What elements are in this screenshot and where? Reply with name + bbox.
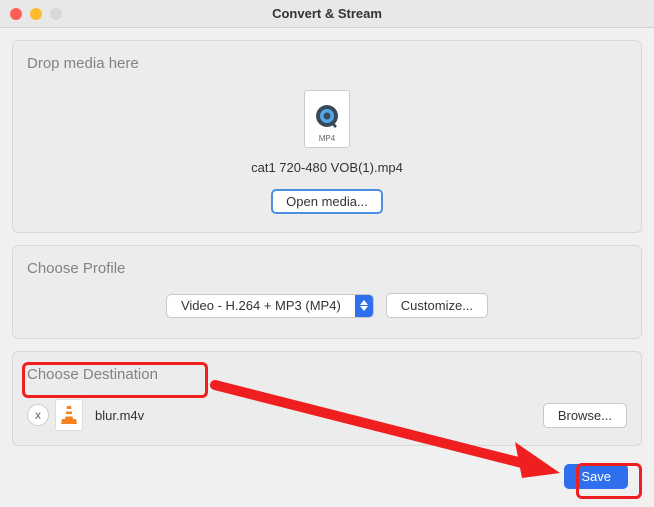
close-window-button[interactable] bbox=[10, 8, 22, 20]
drop-area[interactable]: MP4 cat1 720-480 VOB(1).mp4 Open media..… bbox=[27, 82, 627, 218]
profile-row: Video - H.264 + MP3 (MP4) Customize... bbox=[27, 287, 627, 324]
profile-select[interactable]: Video - H.264 + MP3 (MP4) bbox=[166, 294, 374, 318]
choose-destination-title: Choose Destination bbox=[27, 366, 627, 383]
vlc-file-icon bbox=[55, 399, 83, 431]
save-button[interactable]: Save bbox=[564, 464, 628, 489]
remove-destination-button[interactable]: x bbox=[27, 404, 49, 426]
destination-filename: blur.m4v bbox=[89, 408, 537, 423]
traffic-lights bbox=[0, 8, 62, 20]
drop-media-panel: Drop media here MP4 cat1 720-480 VOB(1).… bbox=[12, 40, 642, 233]
choose-profile-title: Choose Profile bbox=[27, 260, 627, 277]
footer-row: Save bbox=[12, 458, 642, 489]
titlebar: Convert & Stream bbox=[0, 0, 654, 28]
minimize-window-button[interactable] bbox=[30, 8, 42, 20]
media-file-icon: MP4 bbox=[304, 90, 350, 148]
choose-profile-panel: Choose Profile Video - H.264 + MP3 (MP4)… bbox=[12, 245, 642, 339]
content-area: Drop media here MP4 cat1 720-480 VOB(1).… bbox=[0, 28, 654, 501]
destination-row: x blur.m4v Browse... bbox=[27, 393, 627, 431]
customize-button[interactable]: Customize... bbox=[386, 293, 488, 318]
media-filename: cat1 720-480 VOB(1).mp4 bbox=[251, 160, 403, 175]
drop-media-title: Drop media here bbox=[27, 55, 627, 72]
open-media-button[interactable]: Open media... bbox=[271, 189, 383, 214]
file-extension-label: MP4 bbox=[319, 134, 335, 143]
select-arrows-icon bbox=[355, 295, 373, 317]
profile-select-label: Video - H.264 + MP3 (MP4) bbox=[167, 295, 355, 317]
choose-destination-panel: Choose Destination x blur.m4v Browse... bbox=[12, 351, 642, 446]
quicktime-icon bbox=[314, 103, 340, 129]
browse-button[interactable]: Browse... bbox=[543, 403, 627, 428]
vlc-cone-icon bbox=[61, 405, 77, 425]
maximize-window-button[interactable] bbox=[50, 8, 62, 20]
window-title: Convert & Stream bbox=[0, 6, 654, 21]
